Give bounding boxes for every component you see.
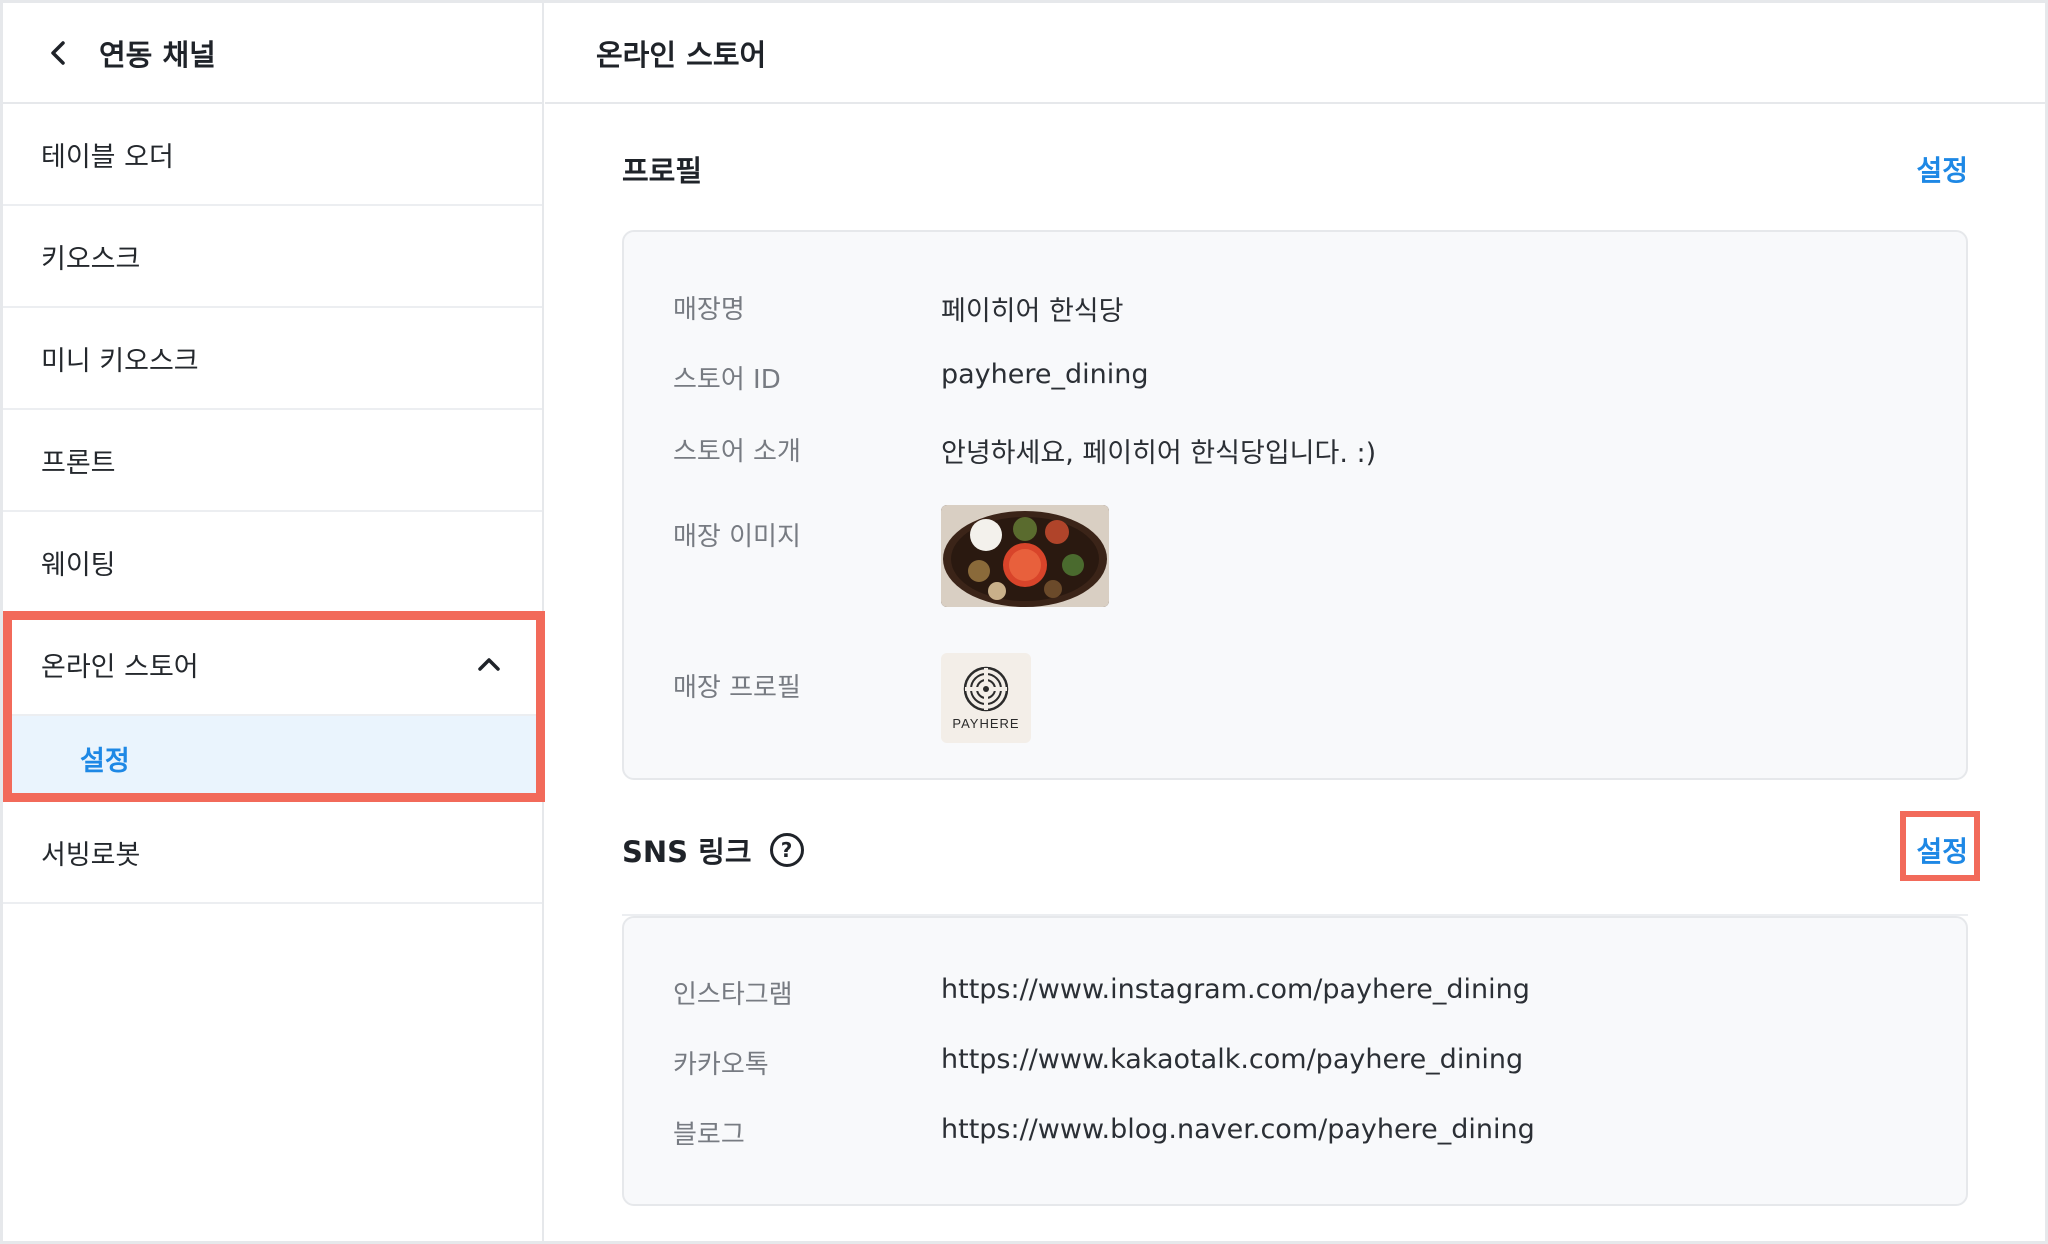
sns-url: https://www.instagram.com/payhere_dining — [941, 974, 1530, 1005]
sidebar: 연동 채널 테이블 오더 키오스크 미니 키오스크 프론트 웨이팅 온라인 스토… — [3, 3, 544, 1241]
sidebar-item-kiosk[interactable]: 키오스크 — [3, 206, 542, 308]
sidebar-item-label: 키오스크 — [41, 243, 141, 275]
sidebar-item-label: 프론트 — [41, 447, 116, 479]
sidebar-item-label: 웨이팅 — [41, 549, 116, 581]
sns-label: 카카오톡 — [673, 1050, 769, 1080]
store-name-value: 페이히어 한식당 — [941, 296, 1124, 327]
help-circle-icon[interactable]: ? — [769, 833, 804, 867]
profile-section-title: 프로필 — [622, 154, 703, 188]
main-header: 온라인 스토어 — [545, 3, 2045, 104]
sidebar-item-mini-kiosk[interactable]: 미니 키오스크 — [3, 308, 542, 410]
sidebar-item-label: 테이블 오더 — [41, 141, 174, 173]
chevron-up-icon[interactable] — [476, 651, 502, 677]
sns-row-blog: 블로그 https://www.blog.naver.com/payhere_d… — [673, 1114, 1535, 1151]
store-id-row: 스토어 ID payhere_dining — [673, 359, 1149, 396]
sidebar-item-online-store[interactable]: 온라인 스토어 — [3, 614, 542, 716]
store-image-row: 매장 이미지 — [673, 505, 1109, 607]
sns-row-instagram: 인스타그램 https://www.instagram.com/payhere_… — [673, 974, 1530, 1011]
sidebar-item-table-order[interactable]: 테이블 오더 — [3, 104, 542, 206]
sns-label: 블로그 — [673, 1120, 745, 1150]
sns-title-text: SNS 링크 — [622, 835, 752, 869]
store-image-thumbnail — [941, 505, 1109, 607]
store-name-row: 매장명 페이히어 한식당 — [673, 289, 1123, 328]
store-profile-logo: PAYHERE — [941, 653, 1031, 743]
sns-section-title: SNS 링크 ? — [622, 829, 804, 871]
store-profile-row: 매장 프로필 PAYHERE — [673, 653, 1031, 743]
store-name-label: 매장명 — [673, 295, 745, 325]
page-title: 온라인 스토어 — [596, 37, 767, 72]
logo-text: PAYHERE — [952, 715, 1020, 731]
profile-settings-link[interactable]: 설정 — [1916, 149, 1968, 189]
sns-label: 인스타그램 — [673, 980, 793, 1010]
main-content: 온라인 스토어 프로필 설정 매장명 페이히어 한식당 스토어 ID payhe… — [545, 3, 2045, 1241]
sidebar-item-label: 서빙로봇 — [41, 839, 141, 871]
sidebar-item-serving-robot[interactable]: 서빙로봇 — [3, 802, 542, 904]
sns-url: https://www.blog.naver.com/payhere_dinin… — [941, 1114, 1535, 1145]
sns-settings-link[interactable]: 설정 — [1916, 830, 1968, 870]
sidebar-item-label: 온라인 스토어 — [41, 651, 199, 683]
sidebar-subitem-settings[interactable]: 설정 — [3, 716, 542, 802]
sidebar-item-waiting[interactable]: 웨이팅 — [3, 512, 542, 614]
store-id-value: payhere_dining — [941, 359, 1149, 390]
payhere-logo-icon — [963, 666, 1009, 711]
profile-section-header: 프로필 설정 — [622, 148, 1968, 190]
store-image-label: 매장 이미지 — [673, 522, 801, 552]
sidebar-item-front[interactable]: 프론트 — [3, 410, 542, 512]
sidebar-header: 연동 채널 — [3, 3, 542, 104]
store-intro-label: 스토어 소개 — [673, 437, 801, 467]
sns-url: https://www.kakaotalk.com/payhere_dining — [941, 1044, 1524, 1075]
store-id-label: 스토어 ID — [673, 365, 781, 395]
sidebar-item-label: 미니 키오스크 — [41, 345, 199, 377]
store-intro-value: 안녕하세요, 페이히어 한식당입니다. :) — [941, 438, 1377, 469]
profile-card: 매장명 페이히어 한식당 스토어 ID payhere_dining 스토어 소… — [622, 230, 1968, 780]
sidebar-title: 연동 채널 — [99, 37, 216, 72]
sns-card: 인스타그램 https://www.instagram.com/payhere_… — [622, 916, 1968, 1206]
back-arrow-icon[interactable] — [43, 38, 73, 68]
store-profile-label: 매장 프로필 — [673, 673, 801, 703]
store-intro-row: 스토어 소개 안녕하세요, 페이히어 한식당입니다. :) — [673, 431, 1376, 470]
sns-row-kakaotalk: 카카오톡 https://www.kakaotalk.com/payhere_d… — [673, 1044, 1523, 1081]
sns-section-header: SNS 링크 ? 설정 — [622, 829, 1968, 871]
